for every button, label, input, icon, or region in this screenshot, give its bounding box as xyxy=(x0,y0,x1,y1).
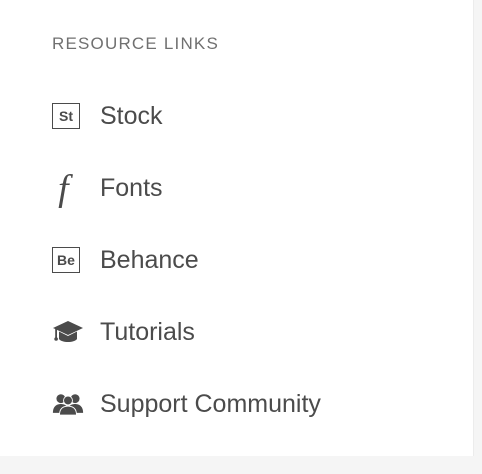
resource-links-list: St Stock f Fonts Be Behance Tutorials Su… xyxy=(52,96,321,456)
stock-icon: St xyxy=(52,100,84,132)
resource-link-behance[interactable]: Be Behance xyxy=(52,240,321,280)
resource-link-label: Stock xyxy=(100,101,163,130)
resource-link-fonts[interactable]: f Fonts xyxy=(52,168,321,208)
fonts-icon-glyph: f xyxy=(58,168,73,208)
stock-icon-glyph: St xyxy=(52,103,80,129)
resource-link-label: Support Community xyxy=(100,389,321,418)
resource-links-panel: RESOURCE LINKS St Stock f Fonts Be Behan… xyxy=(0,0,474,456)
fonts-icon: f xyxy=(52,168,84,208)
resource-link-label: Behance xyxy=(100,245,199,274)
graduation-cap-icon xyxy=(52,316,84,348)
resource-link-label: Tutorials xyxy=(100,317,195,346)
resource-link-support-community[interactable]: Support Community xyxy=(52,384,321,424)
people-icon xyxy=(52,388,84,420)
resource-link-stock[interactable]: St Stock xyxy=(52,96,321,136)
resource-link-label: Fonts xyxy=(100,173,163,202)
behance-icon: Be xyxy=(52,244,84,276)
behance-icon-glyph: Be xyxy=(52,247,80,273)
resource-link-tutorials[interactable]: Tutorials xyxy=(52,312,321,352)
section-heading: RESOURCE LINKS xyxy=(52,34,220,53)
panel-right-border xyxy=(473,0,474,456)
